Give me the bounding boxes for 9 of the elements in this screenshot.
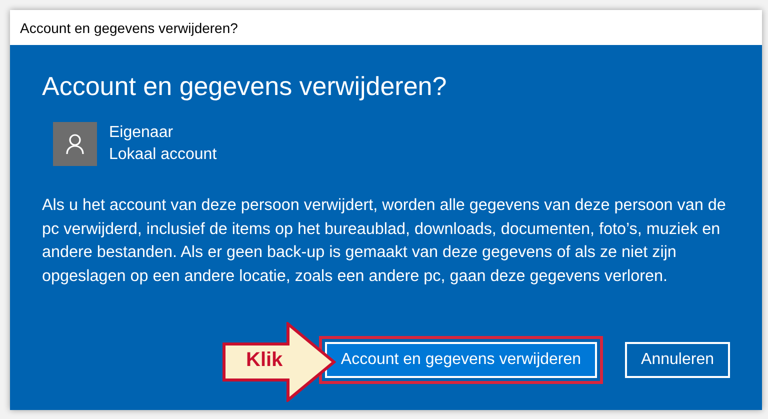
window-title: Account en gegevens verwijderen? <box>20 20 238 36</box>
delete-button[interactable]: Account en gegevens verwijderen <box>324 342 598 378</box>
dialog-heading: Account en gegevens verwijderen? <box>42 71 448 102</box>
account-name: Eigenaar <box>109 123 174 143</box>
account-type: Lokaal account <box>109 145 217 165</box>
person-icon <box>65 133 85 155</box>
warning-message: Als u het account van deze persoon verwijdert, worden alle gegevens van deze persoon van de pc verwijderd, inclusief de items op het bureaublad, downloads, documenten, foto’s, muziek en andere bestanden. Als er geen back-up is gemaakt van deze gegevens of als ze niet zijn opgeslagen op een andere locatie, zoals een andere pc, gaan deze gegevens verloren. <box>42 195 727 286</box>
cancel-button[interactable]: Annuleren <box>625 342 730 378</box>
callout-label: Klik <box>246 349 283 372</box>
